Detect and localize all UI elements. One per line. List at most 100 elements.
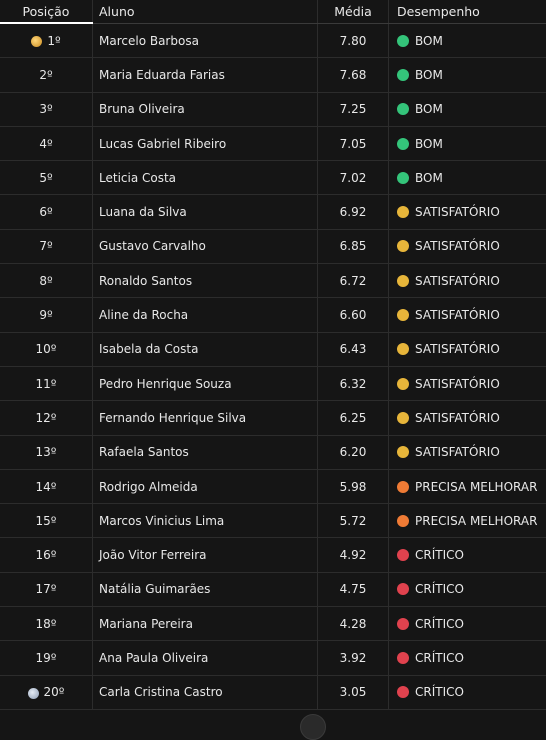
table-row: 15º Marcos Vinicius Lima 5.72 PRECISA MELHO… [0, 504, 546, 539]
position-text: 16º [35, 548, 57, 563]
performance-cell: SATISFATÓRIO [389, 367, 546, 400]
position-cell: 2º [0, 58, 93, 92]
status-badge: SATISFATÓRIO [415, 376, 500, 391]
position-text: 14º [35, 479, 57, 494]
position-cell: 3º [0, 92, 93, 126]
status-badge: BOM [415, 33, 443, 48]
table-row: 9º Aline da Rocha 6.60 SATISFATÓRIO [0, 298, 546, 333]
table-row: 18º Mariana Pereira 4.28 CRÍTICO [0, 607, 546, 642]
performance-cell: SATISFATÓRIO [389, 230, 546, 263]
table-row: 17º Natália Guimarães 4.75 CRÍTICO [0, 572, 546, 608]
status-badge: PRECISA MELHORAR [415, 513, 538, 528]
position-text: 8º [39, 273, 53, 288]
position-cell: 1º [0, 24, 93, 58]
table-row: 4º Lucas Gabriel Ribeiro 7.05 BOM [0, 126, 546, 162]
position-text: 15º [35, 513, 57, 528]
status-dot-icon [397, 68, 409, 81]
average-value: 4.92 [318, 538, 389, 572]
table-row: 12º Fernando Henrique Silva 6.25 SATISFATÓR… [0, 401, 546, 436]
performance-cell: BOM [389, 127, 546, 160]
header-average[interactable]: Média [318, 0, 389, 23]
status-badge: CRÍTICO [415, 616, 464, 631]
student-name: Gustavo Carvalho [93, 229, 318, 264]
header-performance[interactable]: Desempenho [389, 0, 546, 23]
status-badge: CRÍTICO [415, 685, 464, 700]
status-dot-icon [397, 274, 409, 287]
performance-cell: BOM [389, 93, 546, 126]
position-text: 18º [35, 616, 57, 631]
status-dot-icon [397, 514, 409, 527]
student-name: Luana da Silva [93, 195, 318, 229]
table-row: 11º Pedro Henrique Souza 6.32 SATISFATÓRIO [0, 366, 546, 402]
status-badge: CRÍTICO [415, 548, 464, 563]
student-name: Marcos Vinicius Lima [93, 504, 318, 538]
position-cell: 15º [0, 504, 93, 538]
average-value: 6.92 [318, 195, 389, 229]
position-cell: 11º [0, 366, 93, 401]
table-row: 2º Maria Eduarda Farias 7.68 BOM [0, 58, 546, 93]
student-name: Ana Paula Oliveira [93, 641, 318, 675]
position-text: 3º [39, 102, 53, 117]
position-text: 10º [35, 342, 57, 357]
performance-cell: CRÍTICO [389, 573, 546, 606]
status-badge: SATISFATÓRIO [415, 239, 500, 254]
student-name: Leticia Costa [93, 161, 318, 195]
status-dot-icon [397, 686, 409, 699]
active-column-indicator [0, 22, 93, 24]
status-dot-icon [397, 651, 409, 664]
average-value: 6.85 [318, 229, 389, 264]
average-value: 6.20 [318, 435, 389, 469]
average-value: 5.98 [318, 469, 389, 504]
student-name: Marcelo Barbosa [93, 24, 318, 58]
ranking-table: Posição Aluno Média Desempenho 1º Marcelo… [0, 0, 546, 710]
header-position[interactable]: Posição [0, 0, 93, 23]
header-student[interactable]: Aluno [93, 0, 318, 23]
performance-cell: SATISFATÓRIO [389, 333, 546, 366]
status-dot-icon [397, 446, 409, 459]
student-name: Mariana Pereira [93, 607, 318, 641]
status-dot-icon [397, 411, 409, 424]
performance-cell: PRECISA MELHORAR [389, 470, 546, 503]
silver-medal-icon [27, 687, 39, 699]
average-value: 3.05 [318, 675, 389, 709]
status-dot-icon [397, 171, 409, 184]
average-value: 7.25 [318, 92, 389, 126]
position-cell: 6º [0, 195, 93, 229]
status-dot-icon [397, 343, 409, 356]
table-row: 20º Carla Cristina Castro 3.05 CRÍTICO [0, 675, 546, 710]
status-badge: BOM [415, 170, 443, 185]
student-name: Fernando Henrique Silva [93, 401, 318, 435]
position-cell: 4º [0, 126, 93, 161]
status-badge: SATISFATÓRIO [415, 342, 500, 357]
status-dot-icon [397, 34, 409, 47]
student-name: Rodrigo Almeida [93, 469, 318, 504]
table-row: 3º Bruna Oliveira 7.25 BOM [0, 92, 546, 127]
status-dot-icon [397, 480, 409, 493]
student-name: Pedro Henrique Souza [93, 366, 318, 401]
status-dot-icon [397, 137, 409, 150]
average-value: 7.02 [318, 161, 389, 195]
performance-cell: SATISFATÓRIO [389, 298, 546, 331]
status-dot-icon [397, 377, 409, 390]
average-value: 6.32 [318, 366, 389, 401]
position-text: 12º [35, 410, 57, 425]
student-name: Isabela da Costa [93, 332, 318, 366]
average-value: 4.28 [318, 607, 389, 641]
table-row: 5º Leticia Costa 7.02 BOM [0, 161, 546, 196]
status-badge: CRÍTICO [415, 650, 464, 665]
status-badge: SATISFATÓRIO [415, 410, 500, 425]
table-row: 7º Gustavo Carvalho 6.85 SATISFATÓRIO [0, 229, 546, 265]
position-cell: 18º [0, 607, 93, 641]
performance-cell: SATISFATÓRIO [389, 401, 546, 434]
average-value: 7.05 [318, 126, 389, 161]
student-name: Rafaela Santos [93, 435, 318, 469]
performance-cell: BOM [389, 24, 546, 57]
position-cell: 13º [0, 435, 93, 469]
status-badge: CRÍTICO [415, 582, 464, 597]
position-cell: 16º [0, 538, 93, 572]
position-cell: 19º [0, 641, 93, 675]
table-row: 14º Rodrigo Almeida 5.98 PRECISA MELHORAR [0, 469, 546, 505]
performance-cell: BOM [389, 58, 546, 91]
status-dot-icon [397, 549, 409, 562]
scroll-down-button[interactable] [300, 714, 326, 740]
